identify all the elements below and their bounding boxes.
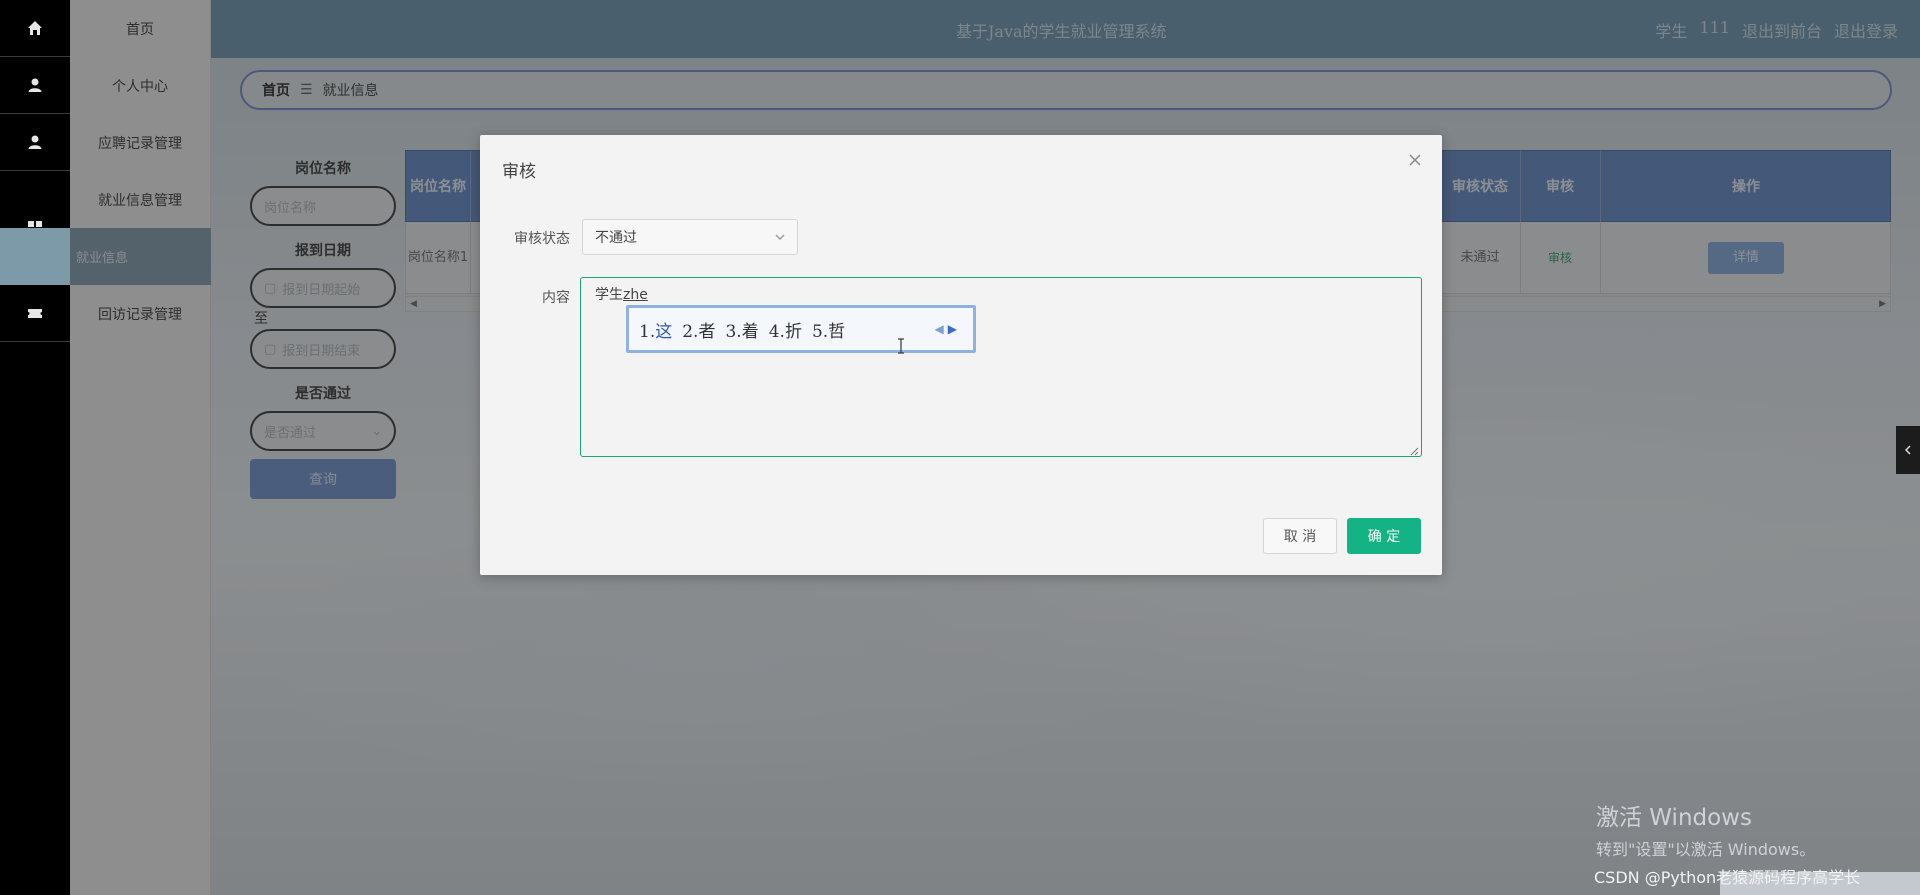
rail-personal[interactable] xyxy=(0,57,70,114)
confirm-button[interactable]: 确 定 xyxy=(1347,518,1421,554)
ime-candidate-popup: 1.这 2.者 3.着 4.折 5.哲 ◀ ▶ xyxy=(626,305,976,353)
content-composing-text: zhe xyxy=(623,287,648,303)
csdn-watermark: CSDN @Python老猿源码程序高学长 xyxy=(1594,868,1861,887)
content-label: 内容 xyxy=(542,290,570,306)
windows-activation-subtitle: 转到"设置"以激活 Windows。 xyxy=(1596,840,1816,859)
text-cursor-icon xyxy=(896,337,906,355)
rail-followup[interactable] xyxy=(0,285,70,342)
windows-activation-title: 激活 Windows xyxy=(1596,805,1752,831)
chevron-down-icon xyxy=(775,234,785,240)
user-icon xyxy=(28,78,42,92)
side-panel-toggle[interactable] xyxy=(1896,426,1920,474)
ime-next-icon[interactable]: ▶ xyxy=(948,322,957,336)
icon-rail xyxy=(0,0,70,895)
content-textarea[interactable]: 学生zhe xyxy=(580,277,1422,457)
audit-status-value: 不通过 xyxy=(595,230,637,246)
ime-candidate[interactable]: 5.哲 xyxy=(812,317,845,342)
chevron-left-icon xyxy=(1904,445,1911,455)
ime-candidate[interactable]: 3.着 xyxy=(725,317,758,342)
windows-activation-watermark: 激活 Windows 转到"设置"以激活 Windows。 xyxy=(1596,798,1815,860)
cancel-button[interactable]: 取 消 xyxy=(1263,518,1337,554)
ime-candidate[interactable]: 4.折 xyxy=(769,317,802,342)
ime-candidate[interactable]: 1.这 xyxy=(639,317,672,342)
user-icon xyxy=(28,135,42,149)
ime-prev-icon[interactable]: ◀ xyxy=(935,322,944,336)
audit-status-select[interactable]: 不通过 xyxy=(582,219,798,255)
close-button[interactable] xyxy=(1408,153,1424,169)
home-icon xyxy=(28,21,42,35)
dialog-title: 审核 xyxy=(502,162,536,182)
rail-applications[interactable] xyxy=(0,114,70,171)
ticket-icon xyxy=(28,309,42,318)
audit-dialog: 审核 审核状态 不通过 内容 学生zhe 1.这 2.者 3.着 4.折 5.哲… xyxy=(480,135,1442,575)
content-text: 学生zhe xyxy=(595,284,1407,304)
close-icon xyxy=(1409,154,1421,166)
ime-candidate[interactable]: 2.者 xyxy=(682,317,715,342)
rail-home[interactable] xyxy=(0,0,70,57)
status-label: 审核状态 xyxy=(514,231,570,247)
content-committed-text: 学生 xyxy=(595,287,623,303)
ime-page-arrows: ◀ ▶ xyxy=(935,322,957,336)
resize-grip-icon[interactable] xyxy=(1409,444,1419,456)
